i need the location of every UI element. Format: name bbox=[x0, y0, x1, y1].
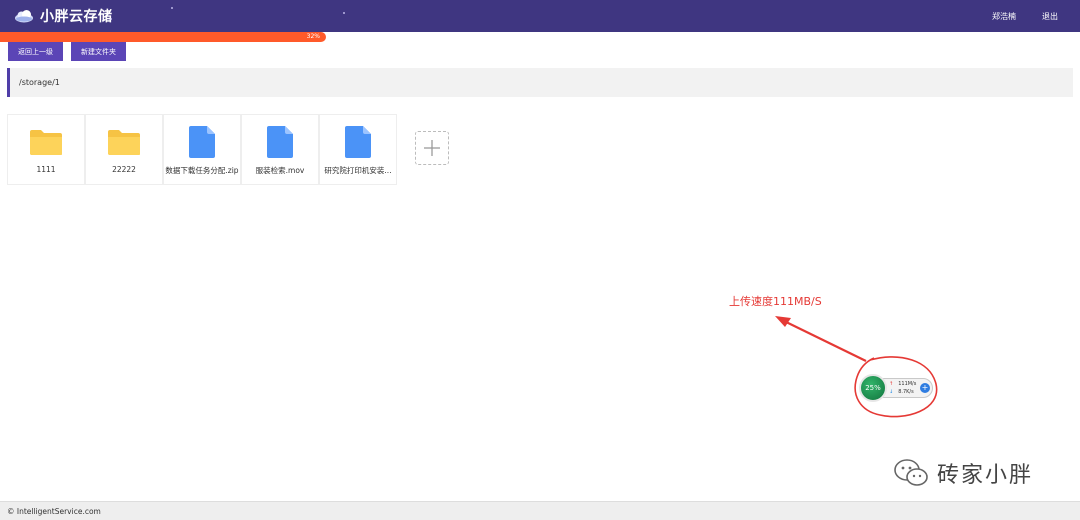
file-icon bbox=[263, 126, 297, 158]
toolbar: 返回上一级 新建文件夹 bbox=[8, 42, 126, 61]
upload-progress-label: 32% bbox=[306, 33, 320, 40]
file-name: 22222 bbox=[112, 165, 136, 174]
logout-link[interactable]: 退出 bbox=[1042, 11, 1058, 22]
expand-plus-icon[interactable]: + bbox=[920, 383, 930, 393]
upload-speed-value: 111M/s bbox=[898, 381, 917, 387]
current-path: /storage/1 bbox=[19, 78, 60, 87]
file-name: 数据下载任务分配.zip bbox=[165, 166, 239, 175]
top-header: 小胖云存储 郑浩楠 退出 bbox=[0, 0, 1080, 32]
new-folder-button[interactable]: 新建文件夹 bbox=[71, 42, 126, 61]
add-file-button[interactable] bbox=[415, 131, 449, 165]
user-name-link[interactable]: 郑浩楠 bbox=[992, 11, 1016, 22]
speed-widget-percent: 25% bbox=[859, 374, 887, 402]
file-name: 1111 bbox=[36, 165, 56, 174]
decorative-star bbox=[343, 12, 345, 14]
cloud-icon bbox=[15, 10, 33, 23]
file-tile-document[interactable]: 服装检索.mov bbox=[241, 114, 319, 185]
folder-icon bbox=[107, 127, 141, 157]
annotation-arrow-line bbox=[781, 319, 867, 362]
arrow-up-icon: ↑ bbox=[889, 381, 894, 387]
file-grid: 1111 22222 数据下载任务分配.zip 服装检索.mov 研究院打印机安… bbox=[7, 114, 397, 185]
file-tile-document[interactable]: 数据下载任务分配.zip bbox=[163, 114, 241, 185]
header-nav: 郑浩楠 退出 bbox=[992, 0, 1058, 32]
app-logo[interactable]: 小胖云存储 bbox=[14, 6, 113, 26]
watermark: 砖家小胖 bbox=[893, 457, 1033, 489]
decorative-star bbox=[171, 7, 173, 9]
file-tile-folder[interactable]: 1111 bbox=[7, 114, 85, 185]
plus-icon bbox=[424, 140, 440, 156]
arrow-down-icon: ↓ bbox=[889, 389, 894, 395]
upload-progress-fill bbox=[0, 32, 105, 42]
page-footer: © IntelligentService.com bbox=[0, 501, 1080, 520]
folder-icon bbox=[29, 127, 63, 157]
app-page: 小胖云存储 郑浩楠 退出 32% 返回上一级 新建文件夹 /storage/1 … bbox=[0, 0, 1080, 520]
file-tile-document[interactable]: 研究院打印机安装... bbox=[319, 114, 397, 185]
back-button[interactable]: 返回上一级 bbox=[8, 42, 63, 61]
watermark-text: 砖家小胖 bbox=[937, 463, 1034, 488]
file-name: 服装检索.mov bbox=[255, 166, 305, 175]
file-icon bbox=[185, 126, 219, 158]
upload-progress-bar: 32% bbox=[0, 32, 326, 42]
annotation-text: 上传速度111MB/S bbox=[729, 295, 822, 308]
upload-speed-row: ↑ 111M/s bbox=[889, 381, 916, 387]
file-name: 研究院打印机安装... bbox=[324, 166, 392, 175]
footer-copyright: © IntelligentService.com bbox=[7, 506, 101, 516]
decorative-star bbox=[110, 18, 112, 20]
download-speed-value: 8.7K/s bbox=[898, 389, 914, 395]
speed-percent-label: 25% bbox=[865, 384, 881, 392]
annotation-arrow-head bbox=[775, 316, 791, 327]
file-tile-folder[interactable]: 22222 bbox=[85, 114, 163, 185]
breadcrumb: /storage/1 bbox=[7, 68, 1073, 97]
app-title: 小胖云存储 bbox=[40, 9, 113, 25]
file-icon bbox=[341, 126, 375, 158]
wechat-icon bbox=[894, 459, 928, 486]
speed-widget[interactable]: 25% ↑ 111M/s ↓ 8.7K/s + bbox=[859, 374, 933, 402]
download-speed-row: ↓ 8.7K/s bbox=[889, 389, 914, 395]
